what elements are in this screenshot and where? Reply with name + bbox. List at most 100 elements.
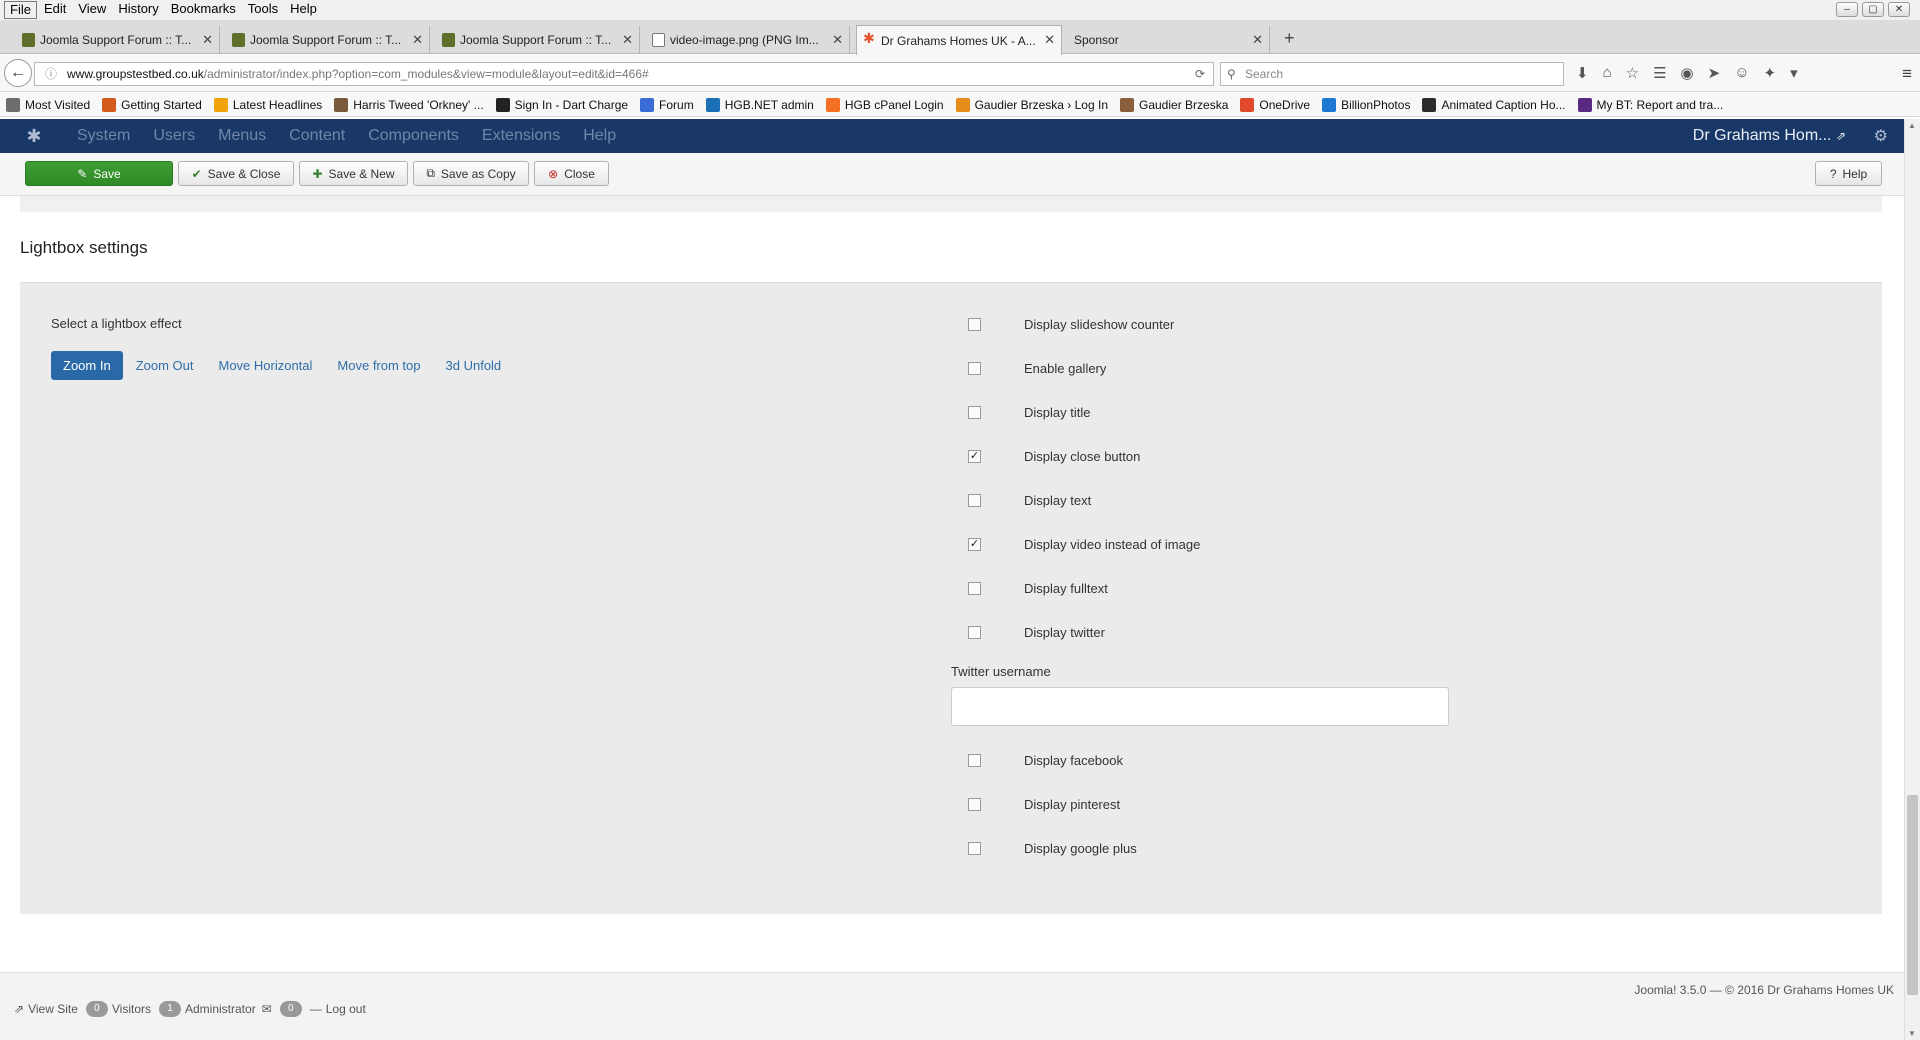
close-tab-icon[interactable]: ✕ [1044,32,1055,48]
nav-system[interactable]: System [77,127,130,145]
url-host: www.groupstestbed.co.uk [67,67,204,81]
close-tab-icon[interactable]: ✕ [622,32,633,48]
page-scrollbar[interactable]: ▲ ▼ [1904,119,1920,1040]
bookmark-item[interactable]: Most Visited [6,97,90,112]
maximize-icon[interactable]: ▢ [1862,2,1884,17]
image-favicon-icon [652,33,665,47]
download-icon[interactable]: ⬇ [1576,64,1589,82]
reading-list-icon[interactable]: ☰ [1653,64,1666,82]
bookmark-item[interactable]: Latest Headlines [213,97,322,112]
menu-file[interactable]: File [4,1,37,19]
home-icon[interactable]: ⌂ [1603,64,1612,82]
display-google-plus-checkbox[interactable] [968,842,981,855]
scrollbar-thumb[interactable] [1907,795,1918,995]
pocket-icon[interactable]: ◉ [1681,64,1694,82]
tab-joomla-forum-1[interactable]: Joomla Support Forum :: T... ✕ [16,26,220,54]
bookmark-item[interactable]: Forum [640,97,694,112]
minimize-icon[interactable]: – [1836,2,1858,17]
slideshow-counter-checkbox[interactable] [968,318,981,331]
close-button-checkbox[interactable]: ✓ [968,450,981,463]
logout-link[interactable]: Log out [326,1002,366,1016]
bookmark-star-icon[interactable]: ☆ [1626,64,1639,82]
site-name-link[interactable]: Dr Grahams Hom... ⇗ [1693,127,1846,145]
close-tab-icon[interactable]: ✕ [832,32,843,48]
save-copy-button[interactable]: ⧉ Save as Copy [413,161,529,186]
tab-sponsor[interactable]: Sponsor ✕ [1066,26,1270,54]
hamburger-menu-icon[interactable]: ≡ [1902,64,1912,84]
nav-content[interactable]: Content [289,127,345,145]
search-input[interactable]: ⚲ Search [1220,62,1564,86]
effect-zoom-out[interactable]: Zoom Out [124,351,206,380]
bookmark-item[interactable]: HGB cPanel Login [825,97,944,112]
display-title-checkbox[interactable] [968,406,981,419]
tab-joomla-forum-2[interactable]: Joomla Support Forum :: T... ✕ [226,26,430,54]
menu-bookmarks[interactable]: Bookmarks [166,1,241,19]
send-icon[interactable]: ➤ [1708,64,1721,82]
info-icon[interactable]: ⓘ [45,63,57,85]
new-tab-icon[interactable]: + [1284,28,1295,49]
effect-3d-unfold[interactable]: 3d Unfold [434,351,514,380]
help-button[interactable]: ? Help [1815,161,1882,186]
menu-view[interactable]: View [73,1,111,19]
bookmark-favicon-icon [1422,97,1437,112]
bookmark-item[interactable]: OneDrive [1240,97,1310,112]
display-fulltext-checkbox[interactable] [968,582,981,595]
effect-move-from-top[interactable]: Move from top [325,351,432,380]
reload-icon[interactable]: ⟳ [1195,63,1205,85]
bookmark-item[interactable]: Sign In - Dart Charge [495,97,628,112]
external-link-icon: ⇗ [14,1002,25,1016]
chat-icon[interactable]: ☺ [1734,64,1749,82]
menu-history[interactable]: History [113,1,163,19]
close-tab-icon[interactable]: ✕ [412,32,423,48]
bookmark-item[interactable]: Getting Started [102,97,202,112]
video-instead-checkbox[interactable]: ✓ [968,538,981,551]
twitter-username-input[interactable] [951,687,1449,726]
bookmark-item[interactable]: BillionPhotos [1322,97,1410,112]
close-tab-icon[interactable]: ✕ [202,32,213,48]
nav-users[interactable]: Users [153,127,195,145]
close-window-icon[interactable]: ✕ [1888,2,1910,17]
search-placeholder: Search [1245,67,1284,81]
close-button[interactable]: ⊗ Close [534,161,609,186]
back-arrow-icon[interactable]: ← [4,59,32,87]
tab-dr-grahams-homes[interactable]: Dr Grahams Homes UK - A... ✕ [856,25,1062,55]
display-facebook-checkbox[interactable] [968,754,981,767]
display-text-checkbox[interactable] [968,494,981,507]
envelope-icon[interactable]: ✉ [262,1002,272,1016]
scroll-down-icon[interactable]: ▼ [1908,1029,1916,1038]
scroll-up-icon[interactable]: ▲ [1908,121,1916,130]
menu-edit[interactable]: Edit [39,1,71,19]
nav-help[interactable]: Help [583,127,616,145]
bookmark-item[interactable]: Gaudier Brzeska [1120,97,1228,112]
tab-joomla-forum-3[interactable]: Joomla Support Forum :: T... ✕ [436,26,640,54]
joomla-logo-icon[interactable]: ✱ [14,126,54,147]
nav-extensions[interactable]: Extensions [482,127,560,145]
bookmark-item[interactable]: HGB.NET admin [705,97,814,112]
url-bar[interactable]: ⓘ www.groupstestbed.co.uk/administrator/… [34,62,1214,86]
lightbox-settings-panel: Select a lightbox effect Zoom In Zoom Ou… [20,282,1882,914]
option-video-instead-of-image: ✓ Display video instead of image [968,537,1201,552]
bookmark-item[interactable]: My BT: Report and tra... [1577,97,1723,112]
menu-help[interactable]: Help [285,1,322,19]
effect-move-horizontal[interactable]: Move Horizontal [206,351,324,380]
bookmark-item[interactable]: Animated Caption Ho... [1422,97,1566,112]
enable-gallery-checkbox[interactable] [968,362,981,375]
gear-icon[interactable]: ⚙ [1874,126,1888,146]
view-site-link[interactable]: View Site [28,1002,78,1016]
bookmark-item[interactable]: Harris Tweed 'Orkney' ... [334,97,484,112]
display-twitter-checkbox[interactable] [968,626,981,639]
effect-zoom-in[interactable]: Zoom In [51,351,123,380]
save-close-button[interactable]: ✔ Save & Close [178,161,294,186]
tab-video-image[interactable]: video-image.png (PNG Im... ✕ [646,26,850,54]
save-new-button[interactable]: ✚ Save & New [299,161,408,186]
extension-icon[interactable]: ✦ [1764,64,1777,82]
toolbar-icons: ⬇ ⌂ ☆ ☰ ◉ ➤ ☺ ✦ ▾ [1576,64,1798,82]
close-tab-icon[interactable]: ✕ [1252,32,1263,48]
save-button[interactable]: ✎ Save [25,161,173,186]
nav-components[interactable]: Components [368,127,459,145]
menu-tools[interactable]: Tools [243,1,283,19]
nav-menus[interactable]: Menus [218,127,266,145]
bookmark-item[interactable]: Gaudier Brzeska › Log In [955,97,1108,112]
dropdown-arrow-icon[interactable]: ▾ [1790,64,1798,82]
display-pinterest-checkbox[interactable] [968,798,981,811]
